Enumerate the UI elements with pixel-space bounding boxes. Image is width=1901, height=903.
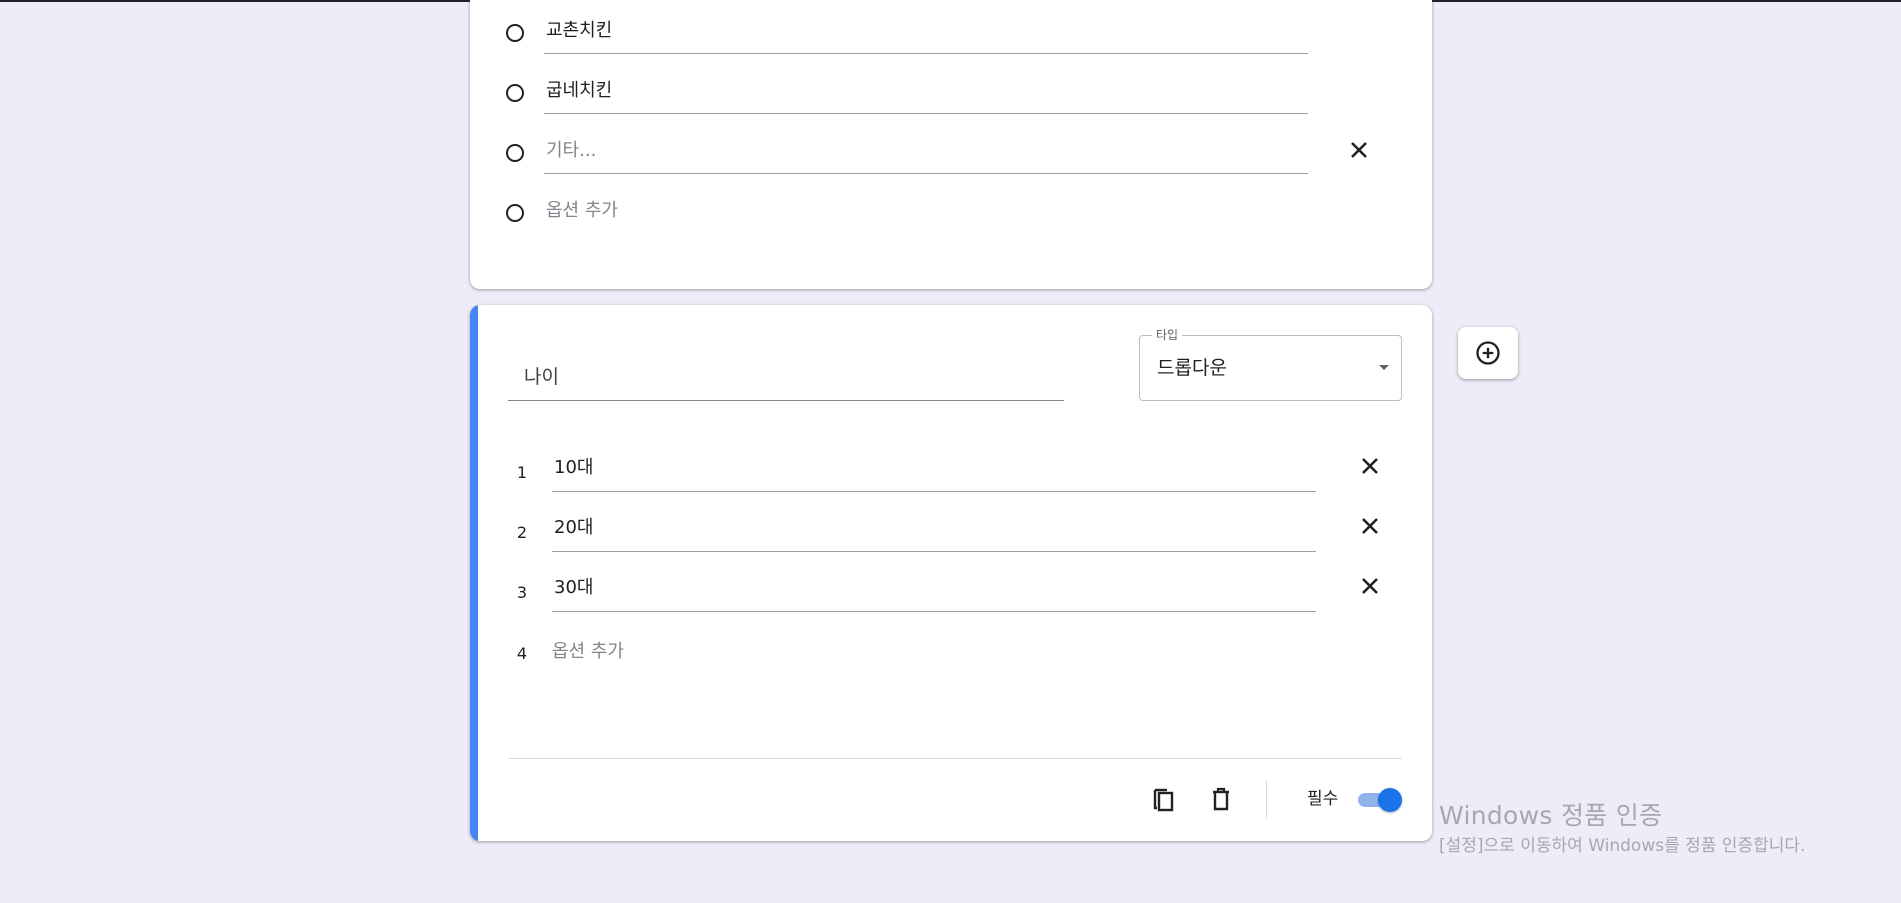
windows-activation-subtitle: [설정]으로 이동하여 Windows를 정품 인증합니다.	[1439, 836, 1806, 856]
delete-button[interactable]	[1203, 781, 1239, 817]
copy-icon	[1153, 788, 1174, 812]
question-card-multiple-choice: 교촌치킨 굽네치킨 기타... 옵션 추가	[470, 0, 1432, 289]
required-label: 필수	[1307, 789, 1339, 809]
question-card-dropdown: 나이 타입 드롭다운 1 10대 2 20대 3 30대 4 옵션 추가 필수	[470, 305, 1432, 841]
type-select-value: 드롭다운	[1157, 357, 1227, 379]
choice-option-other: 기타...	[506, 134, 1376, 174]
option-input[interactable]: 30대	[552, 570, 1316, 612]
option-input[interactable]: 굽네치킨	[544, 74, 1308, 114]
option-number: 2	[516, 523, 528, 542]
add-circle-icon	[1476, 341, 1500, 365]
trash-icon	[1213, 787, 1229, 811]
close-icon	[1362, 518, 1378, 534]
close-icon	[1351, 142, 1367, 158]
dropdown-option: 1 10대	[508, 450, 1398, 492]
radio-circle-icon	[506, 24, 524, 42]
dropdown-option: 3 30대	[508, 570, 1398, 612]
required-toggle[interactable]	[1356, 787, 1404, 813]
add-option-row: 옵션 추가	[506, 194, 1376, 234]
radio-circle-icon	[506, 204, 524, 222]
active-card-accent	[470, 305, 478, 841]
radio-circle-icon	[506, 144, 524, 162]
remove-option-button[interactable]	[1356, 572, 1384, 600]
add-option-row: 4 옵션 추가	[508, 631, 1398, 673]
add-option-button[interactable]: 옵션 추가	[544, 194, 618, 234]
option-number: 3	[516, 583, 528, 602]
add-option-button[interactable]: 옵션 추가	[552, 631, 624, 673]
close-icon	[1362, 578, 1378, 594]
choice-option: 교촌치킨	[506, 14, 1376, 54]
question-title-input[interactable]: 나이	[508, 353, 1064, 401]
remove-option-button[interactable]	[1356, 512, 1384, 540]
windows-activation-title: Windows 정품 인증	[1439, 801, 1663, 830]
remove-option-button[interactable]	[1356, 452, 1384, 480]
option-input[interactable]: 20대	[552, 510, 1316, 552]
option-input[interactable]: 10대	[552, 450, 1316, 492]
question-type-select[interactable]: 타입 드롭다운	[1139, 327, 1402, 401]
duplicate-button[interactable]	[1146, 781, 1182, 817]
option-input[interactable]: 교촌치킨	[544, 14, 1308, 54]
remove-other-button[interactable]	[1345, 136, 1373, 164]
option-number: 1	[516, 463, 528, 482]
dropdown-option: 2 20대	[508, 510, 1398, 552]
close-icon	[1362, 458, 1378, 474]
footer-divider	[508, 758, 1402, 759]
add-question-button[interactable]	[1458, 327, 1518, 379]
caret-down-icon	[1379, 365, 1389, 370]
choice-option: 굽네치킨	[506, 74, 1376, 114]
footer-separator	[1266, 780, 1267, 818]
other-option-input[interactable]: 기타...	[544, 134, 1308, 174]
option-number: 4	[516, 644, 528, 663]
radio-circle-icon	[506, 84, 524, 102]
toggle-knob	[1378, 788, 1402, 812]
